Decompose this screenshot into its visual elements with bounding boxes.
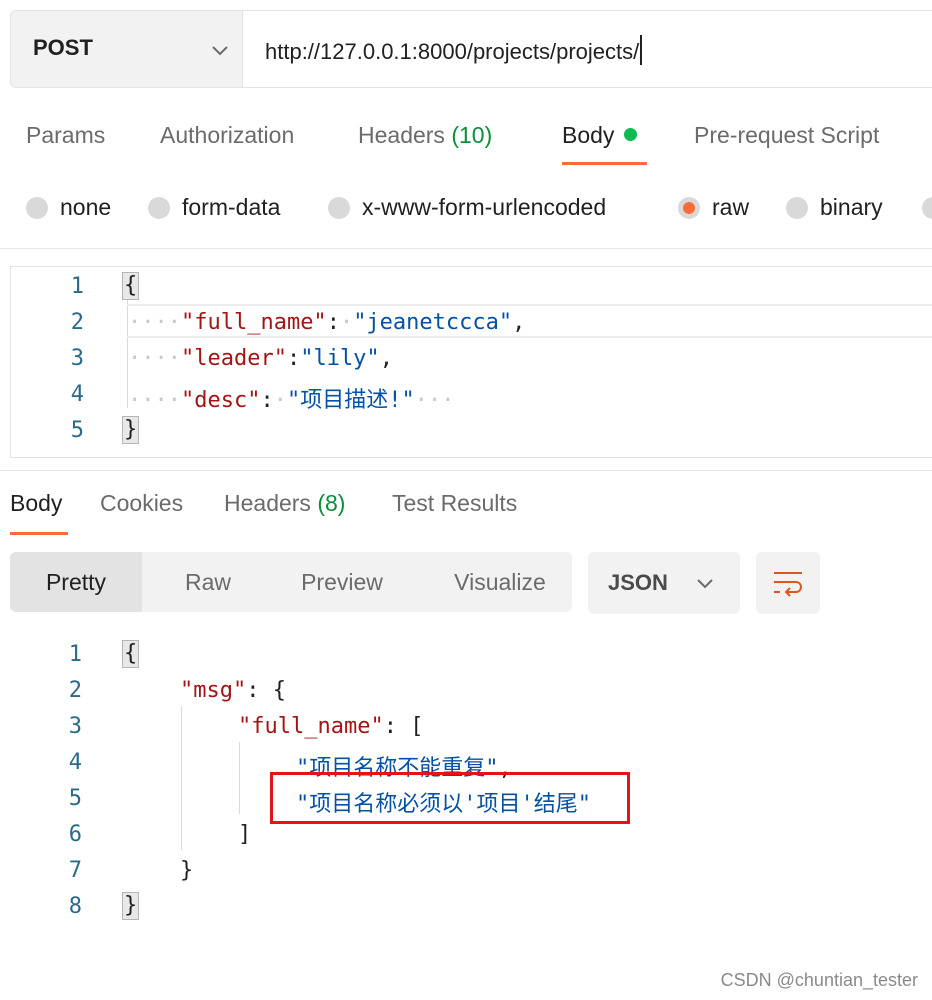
line-number: 5: [70, 418, 84, 443]
tab-authorization[interactable]: Authorization: [160, 122, 294, 149]
json-value: "jeanetccca": [353, 310, 513, 335]
radio-raw[interactable]: raw: [678, 194, 749, 221]
line-number: 8: [68, 894, 82, 919]
radio-none[interactable]: none: [26, 194, 111, 221]
chevron-down-icon: [212, 46, 228, 56]
open-bracket: [: [410, 714, 424, 739]
radio-x-www-form-urlencoded[interactable]: x-www-form-urlencoded: [328, 194, 606, 221]
close-brace: }: [122, 416, 140, 444]
url-text: http://127.0.0.1:8000/projects/projects/: [265, 39, 640, 64]
response-headers-count: (8): [317, 490, 346, 516]
json-key: "msg": [180, 678, 247, 703]
response-tab-headers-label: Headers: [224, 490, 311, 516]
close-bracket: ]: [238, 822, 252, 847]
tab-params[interactable]: Params: [26, 122, 105, 149]
watermark: CSDN @chuntian_tester: [720, 970, 918, 990]
wrap-lines-button[interactable]: [756, 552, 820, 614]
indent-guide: [239, 742, 240, 814]
json-key: "desc": [180, 388, 261, 413]
view-visualize-button[interactable]: Visualize: [430, 552, 570, 612]
tab-body-label: Body: [562, 122, 615, 148]
method-select[interactable]: POST: [10, 10, 242, 88]
line-number: 6: [68, 822, 82, 847]
line-number: 1: [70, 274, 84, 299]
response-tab-test-results[interactable]: Test Results: [392, 490, 517, 517]
text-caret: [640, 35, 643, 65]
line-number: 5: [68, 786, 82, 811]
radio-binary[interactable]: binary: [786, 194, 883, 221]
radio-label: none: [60, 194, 112, 220]
line-number: 3: [70, 346, 84, 371]
line-number: 1: [68, 642, 82, 667]
body-indicator-dot: [624, 128, 638, 141]
radio-circle: [148, 197, 170, 219]
radio-circle: [26, 197, 48, 219]
code-line-full-name: ····"full_name":·"jeanetccca",: [128, 310, 526, 335]
response-tab-cookies[interactable]: Cookies: [100, 490, 183, 517]
tab-headers[interactable]: Headers (10): [358, 122, 492, 149]
indent-guide: [181, 706, 182, 850]
view-pretty-button[interactable]: Pretty: [10, 552, 142, 612]
view-preview-button[interactable]: Preview: [280, 552, 404, 612]
code-line-desc: ····"desc":·"项目描述!"···: [128, 388, 455, 413]
radio-circle-checked: [678, 197, 700, 219]
headers-count: (10): [451, 122, 493, 148]
radio-graphql[interactable]: [922, 194, 932, 221]
json-key: "full_name": [238, 714, 384, 739]
inner-close-brace: }: [180, 858, 194, 883]
divider: [0, 470, 932, 471]
divider: [0, 248, 932, 249]
json-value: "项目描述!": [286, 388, 415, 413]
line-number: 2: [68, 678, 82, 703]
json-value: "lily": [300, 346, 380, 371]
code-line-msg: "msg": {: [180, 678, 286, 703]
chevron-down-icon: [697, 579, 713, 589]
active-tab-underline: [10, 532, 68, 535]
radio-form-data[interactable]: form-data: [148, 194, 280, 221]
open-brace: {: [122, 640, 140, 668]
radio-label: form-data: [182, 194, 281, 220]
radio-label: x-www-form-urlencoded: [362, 194, 607, 220]
format-label: JSON: [608, 570, 668, 595]
radio-label: binary: [820, 194, 883, 220]
line-number: 2: [70, 310, 84, 335]
radio-circle: [328, 197, 350, 219]
wrap-lines-icon: [774, 572, 802, 597]
url-input[interactable]: http://127.0.0.1:8000/projects/projects/: [242, 10, 932, 88]
response-tab-headers[interactable]: Headers (8): [224, 490, 345, 517]
view-mode-group: Pretty Raw Preview Visualize: [10, 552, 572, 612]
response-tab-body[interactable]: Body: [10, 490, 62, 517]
format-select[interactable]: JSON: [588, 552, 740, 614]
code-line-full-name: "full_name": [: [238, 714, 424, 739]
tab-pre-request-script[interactable]: Pre-request Script: [694, 122, 879, 149]
highlight-annotation-box: [270, 772, 630, 824]
code-line-leader: ····"leader":"lily",: [128, 346, 393, 371]
line-number: 7: [68, 858, 82, 883]
radio-circle: [786, 197, 808, 219]
line-number: 3: [68, 714, 82, 739]
line-number: 4: [70, 382, 84, 407]
radio-label: raw: [712, 194, 750, 220]
json-key: "full_name": [180, 310, 327, 335]
tab-headers-label: Headers: [358, 122, 445, 148]
json-key: "leader": [180, 346, 287, 371]
close-brace: }: [122, 892, 140, 920]
radio-circle: [922, 197, 932, 219]
open-brace: {: [122, 272, 140, 300]
view-raw-button[interactable]: Raw: [160, 552, 256, 612]
tab-body[interactable]: Body: [562, 122, 638, 149]
line-number: 4: [68, 750, 82, 775]
active-tab-underline: [562, 162, 647, 165]
method-label: POST: [33, 35, 93, 60]
